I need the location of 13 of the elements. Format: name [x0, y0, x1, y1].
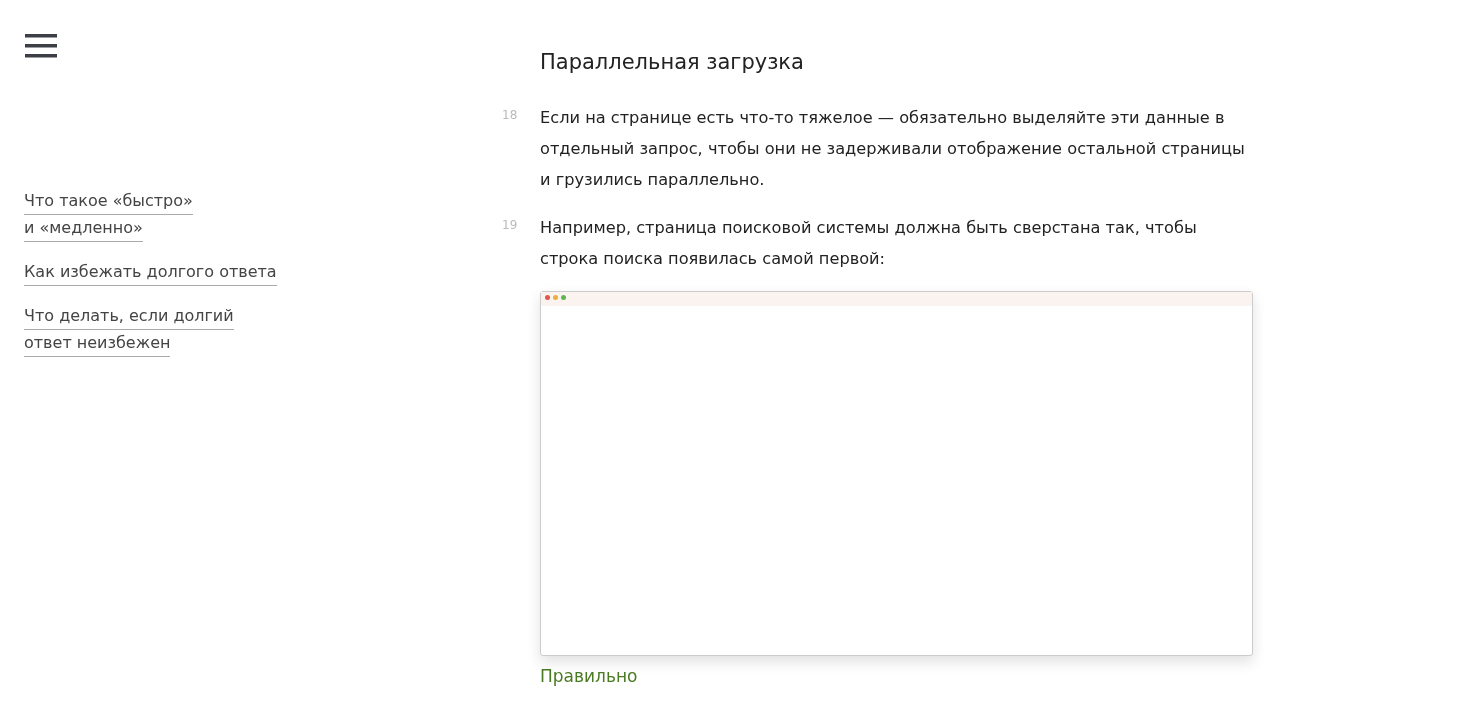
section-heading: Параллельная загрузка — [540, 49, 805, 76]
nav-link[interactable]: Как избежать долгого ответа — [24, 259, 277, 286]
menu-icon[interactable] — [25, 34, 57, 58]
nav-link[interactable]: Что такое «быстро» — [24, 188, 193, 215]
nav-link[interactable]: и «медленно» — [24, 215, 143, 242]
nav-link[interactable]: Что делать, если долгий — [24, 303, 234, 330]
paragraph: Если на странице есть что-то тяжелое — обязательно выделяйте эти данные в отдельный запрос, чтобы они не задерживали отображение остальной страницы и грузились параллельно. — [540, 107, 1246, 191]
figure-caption: Правильно — [540, 665, 639, 687]
nav-link[interactable]: ответ неизбежен — [24, 330, 171, 357]
window-controls-icon — [545, 295, 566, 300]
paragraph-number: 18 — [501, 107, 519, 124]
paragraph: Например, страница поисковой системы должна быть сверстана так, чтобы строка поиска появилась самой первой: — [540, 217, 1198, 270]
paragraph-number: 19 — [501, 217, 519, 234]
